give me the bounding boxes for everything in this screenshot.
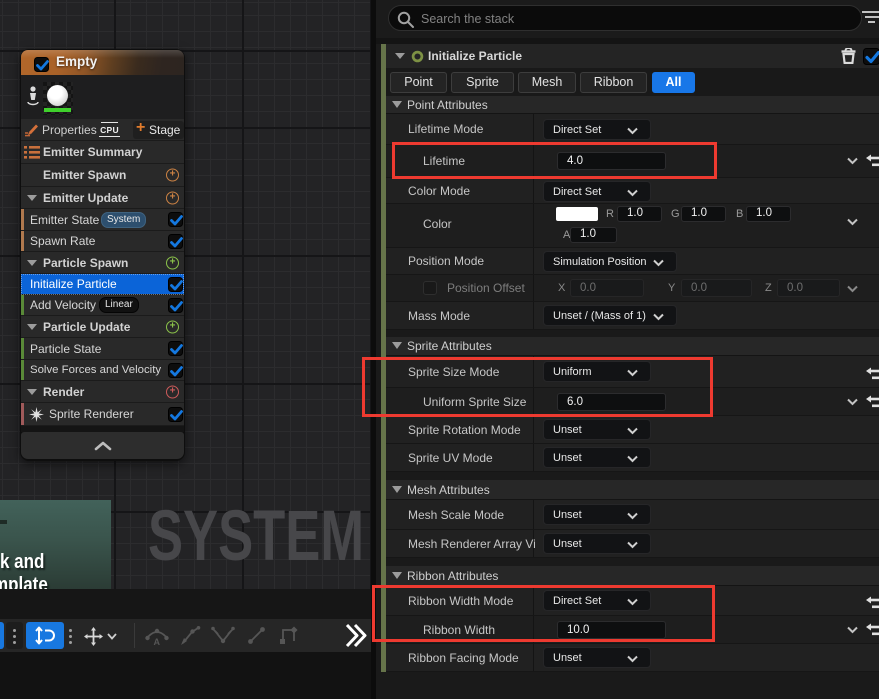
svg-text:A: A [154,637,161,647]
